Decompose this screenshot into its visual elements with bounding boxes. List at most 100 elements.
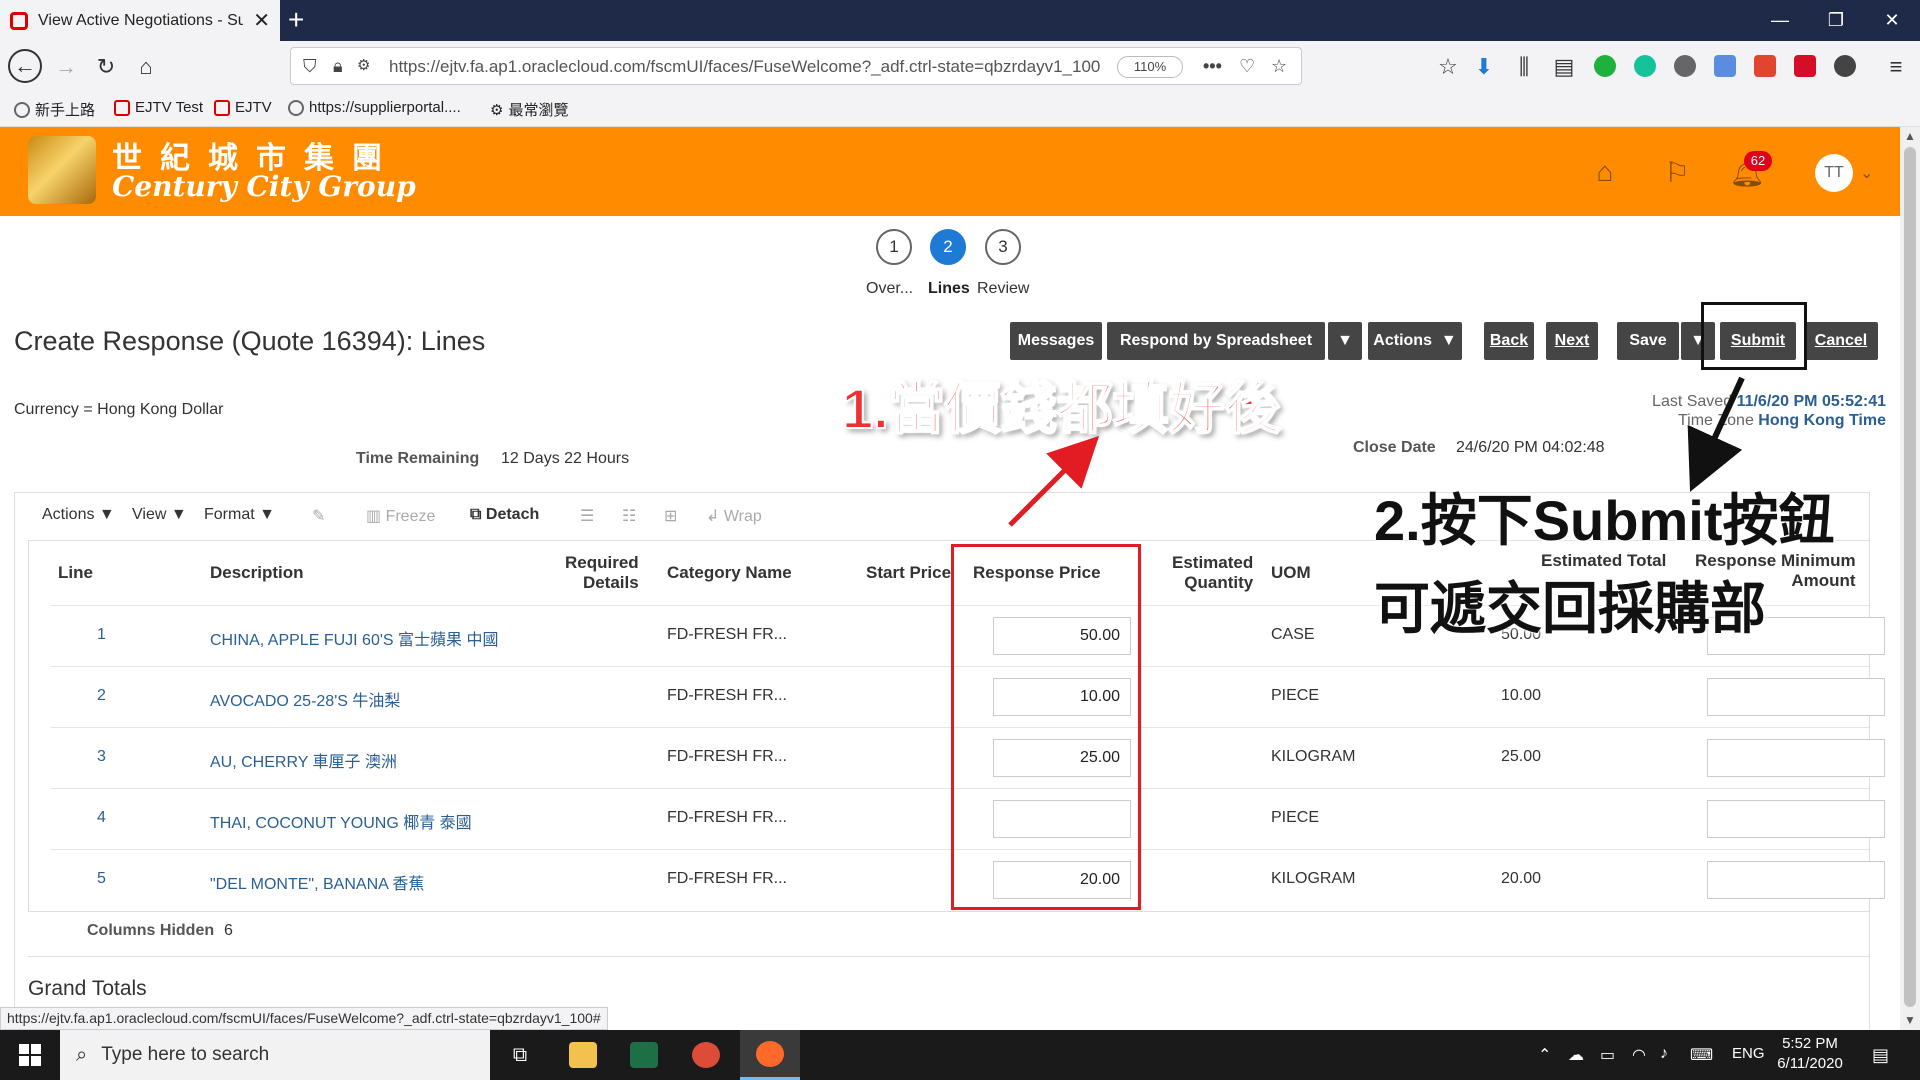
forward-arrow-icon[interactable]: → [50, 51, 82, 83]
restore-icon[interactable]: ❐ [1808, 0, 1864, 41]
column-header-estimated-quantity[interactable]: Estimated Quantity [1172, 553, 1253, 593]
battery-icon[interactable]: ▭ [1600, 1045, 1615, 1065]
line-number[interactable]: 3 [97, 748, 106, 766]
line-number[interactable]: 4 [97, 809, 106, 827]
train-step-lines[interactable]: 2 [930, 229, 966, 265]
columns-hidden-value[interactable]: 6 [224, 922, 233, 940]
save-button[interactable]: Save [1617, 322, 1679, 360]
freeze-button[interactable]: ▥ Freeze [366, 506, 435, 526]
start-button[interactable] [0, 1030, 60, 1080]
cancel-button[interactable]: Cancel [1804, 322, 1878, 360]
new-tab-icon[interactable]: + [288, 6, 304, 34]
train-step-review-label[interactable]: Review [977, 280, 1029, 298]
scrollbar-thumb[interactable] [1904, 147, 1916, 1007]
lock-icon[interactable]: 🔒︎ [333, 56, 343, 77]
keyboard-icon[interactable]: ⌨ [1690, 1045, 1713, 1065]
extension-check-icon[interactable] [1594, 55, 1616, 77]
item-description-link[interactable]: THAI, COCONUT YOUNG 椰青 泰國 [210, 809, 472, 833]
column-header-required-details[interactable]: Required Details [565, 553, 639, 593]
menu-icon[interactable]: ≡ [1880, 51, 1912, 83]
close-tab-icon[interactable]: ✕ [253, 8, 270, 33]
wifi-icon[interactable]: ◠ [1632, 1045, 1646, 1065]
show-hidden-icons-icon[interactable]: ⌃ [1538, 1045, 1551, 1065]
zoom-level[interactable]: 110% [1117, 56, 1183, 78]
wrap-button[interactable]: ↲ Wrap [706, 506, 762, 526]
move-down-icon[interactable]: ☰ [580, 506, 594, 526]
page-scrollbar[interactable]: ▲ ▼ [1900, 127, 1920, 1030]
train-step-review[interactable]: 3 [985, 229, 1021, 265]
line-number[interactable]: 2 [97, 687, 106, 705]
line-number[interactable]: 5 [97, 870, 106, 888]
sidebar-icon[interactable]: ▤ [1548, 51, 1580, 83]
excel-icon[interactable] [614, 1030, 674, 1080]
ext-misc-icon[interactable] [1834, 55, 1856, 77]
back-button[interactable]: Back [1484, 322, 1534, 360]
reading-list-icon[interactable]: ☆ [1432, 51, 1464, 83]
library-icon[interactable]: ⫼ [1508, 51, 1540, 83]
home-icon[interactable]: ⌂ [130, 51, 162, 83]
item-description-link[interactable]: "DEL MONTE", BANANA 香蕉 [210, 870, 424, 894]
bookmark-item[interactable]: 新手上路 [14, 99, 95, 120]
train-step-overview-label[interactable]: Over... [866, 280, 913, 298]
task-view-icon[interactable]: ⧉ [490, 1030, 550, 1080]
back-arrow-icon[interactable]: ← [8, 49, 42, 83]
url-text[interactable]: https://ejtv.fa.ap1.oraclecloud.com/fscm… [389, 57, 1100, 77]
column-header-category-name[interactable]: Category Name [667, 563, 792, 583]
item-description-link[interactable]: AVOCADO 25-28'S 牛油梨 [210, 687, 400, 711]
bookmark-ext-icon[interactable] [1714, 55, 1736, 77]
pocket-icon[interactable]: ♡ [1239, 56, 1255, 77]
next-button[interactable]: Next [1546, 322, 1598, 360]
taskbar-clock[interactable]: 5:52 PM 6/11/2020 [1760, 1034, 1860, 1074]
column-header-description[interactable]: Description [210, 563, 304, 583]
brave-shield-icon[interactable] [1754, 55, 1776, 77]
move-up-icon[interactable]: ☷ [622, 506, 636, 526]
volume-icon[interactable]: ♪ [1660, 1045, 1668, 1063]
response-minimum-input[interactable] [1707, 800, 1885, 838]
pdf-ext-icon[interactable] [1794, 55, 1816, 77]
bookmark-star-icon[interactable]: ☆ [1271, 56, 1287, 77]
home-icon[interactable]: ⌂ [1588, 155, 1622, 189]
scroll-down-icon[interactable]: ▼ [1904, 1013, 1916, 1027]
taskbar-search[interactable]: ⌕ Type here to search [60, 1030, 490, 1080]
minimize-icon[interactable]: — [1752, 0, 1808, 41]
response-minimum-input[interactable] [1707, 861, 1885, 899]
respond-by-spreadsheet-button[interactable]: Respond by Spreadsheet [1107, 322, 1325, 360]
bookmark-item[interactable]: https://supplierportal.... [288, 99, 461, 116]
chevron-down-icon[interactable]: ⌄ [1860, 163, 1873, 183]
permissions-icon[interactable]: ⚙ [357, 56, 370, 74]
table-format-menu[interactable]: Format ▼ [204, 506, 275, 524]
response-minimum-input[interactable] [1707, 678, 1885, 716]
account-icon[interactable] [1674, 55, 1696, 77]
grammarly-icon[interactable] [1634, 55, 1656, 77]
detach-button[interactable]: ⧉ Detach [470, 506, 539, 524]
edit-pencil-icon[interactable]: ✎ [312, 506, 325, 526]
item-description-link[interactable]: CHINA, APPLE FUJI 60'S 富士蘋果 中國 [210, 626, 498, 650]
item-description-link[interactable]: AU, CHERRY 車厘子 澳洲 [210, 748, 397, 772]
respond-dropdown-chevron-icon[interactable]: ▼ [1328, 322, 1362, 360]
close-window-icon[interactable]: ✕ [1864, 0, 1920, 41]
bookmark-item[interactable]: EJTV Test [114, 99, 203, 116]
onedrive-icon[interactable]: ☁ [1568, 1045, 1584, 1065]
reload-icon[interactable]: ↻ [90, 51, 122, 83]
page-actions-icon[interactable]: ••• [1203, 56, 1222, 77]
browser-tab-active[interactable]: View Active Negotiations - Sup ✕ [0, 0, 280, 41]
table-view-menu[interactable]: View ▼ [132, 506, 187, 524]
address-bar[interactable]: ⛉ 🔒︎ ⚙ https://ejtv.fa.ap1.oraclecloud.c… [290, 47, 1302, 85]
bookmark-item[interactable]: ⚙ 最常瀏覽 [490, 99, 568, 120]
notification-center-icon[interactable]: ▤ [1872, 1045, 1889, 1066]
response-minimum-input[interactable] [1707, 739, 1885, 777]
flag-icon[interactable]: ⚐ [1660, 155, 1694, 189]
chrome-icon[interactable] [676, 1030, 736, 1080]
column-header-uom[interactable]: UOM [1271, 563, 1311, 583]
shield-icon[interactable]: ⛉ [303, 56, 317, 77]
scroll-up-icon[interactable]: ▲ [1904, 129, 1916, 143]
avatar[interactable]: TT [1815, 154, 1853, 192]
messages-button[interactable]: Messages [1010, 322, 1102, 360]
column-header-start-price[interactable]: Start Price [866, 563, 951, 583]
download-icon[interactable]: ⬇ [1468, 51, 1500, 83]
table-actions-menu[interactable]: Actions ▼ [42, 506, 115, 524]
line-number[interactable]: 1 [97, 626, 106, 644]
resize-columns-icon[interactable]: ⊞ [664, 506, 677, 526]
bookmark-item[interactable]: EJTV [214, 99, 272, 116]
file-explorer-icon[interactable] [553, 1030, 613, 1080]
